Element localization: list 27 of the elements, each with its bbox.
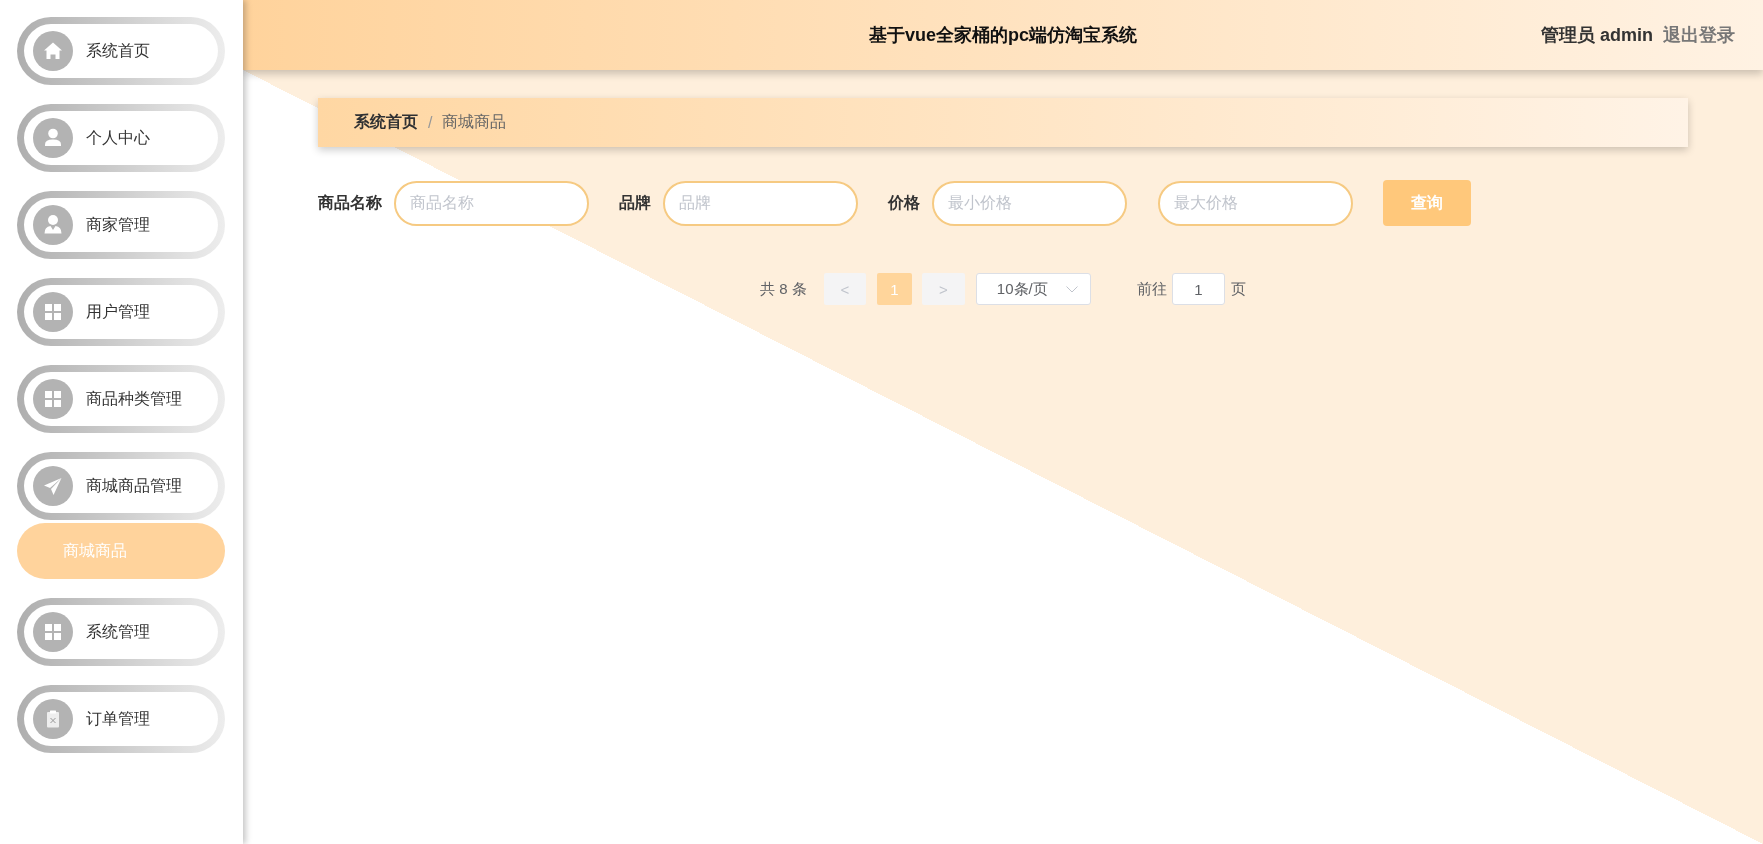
text-field[interactable]: 商品名称 bbox=[394, 180, 589, 226]
breadcrumb-separator: / bbox=[428, 113, 433, 132]
home-icon bbox=[33, 31, 73, 71]
field-label: 商品名称 bbox=[318, 192, 382, 213]
grid-icon bbox=[33, 379, 73, 419]
breadcrumb-link[interactable]: 系统首页 bbox=[354, 112, 418, 133]
person-icon bbox=[33, 118, 73, 158]
page-number-field[interactable]: 1 bbox=[1171, 273, 1225, 305]
app-title: 基于vue全家桶的pc端仿淘宝系统 bbox=[869, 24, 1137, 47]
grid-icon bbox=[33, 612, 73, 652]
grid-icon bbox=[33, 292, 73, 332]
goto-label: 前往 bbox=[1136, 279, 1167, 299]
user-name: 管理员 admin bbox=[1541, 24, 1653, 47]
field-label: 价格 bbox=[888, 192, 920, 213]
page-suffix: 页 bbox=[1230, 279, 1246, 299]
text-field[interactable]: 最大价格 bbox=[1158, 180, 1353, 226]
person-icon bbox=[33, 205, 73, 245]
text-field[interactable]: 最小价格 bbox=[932, 180, 1127, 226]
clipboard-icon bbox=[33, 699, 73, 739]
paper-plane-icon bbox=[33, 466, 73, 506]
page-size-select[interactable]: 10条/页 bbox=[975, 273, 1091, 305]
text-field[interactable]: 品牌 bbox=[663, 180, 858, 226]
breadcrumb-current: 商城商品 bbox=[442, 112, 507, 132]
logout-link[interactable]: 退出登录 bbox=[1663, 23, 1735, 47]
total-count: 共 8 条 bbox=[760, 279, 807, 299]
chevron-down-icon bbox=[1065, 285, 1078, 293]
field-label: 品牌 bbox=[619, 192, 651, 213]
